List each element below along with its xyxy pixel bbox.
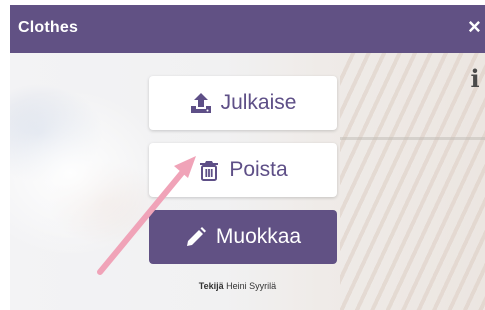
author-prefix: Tekijä (198, 281, 224, 291)
title-bar: Clothes × (10, 5, 485, 53)
edit-label: Muokkaa (215, 225, 302, 248)
dialog-title: Clothes (18, 19, 79, 36)
upload-icon (190, 92, 212, 114)
clothes-rail (340, 137, 485, 140)
delete-button[interactable]: Poista (149, 143, 337, 197)
trash-icon (198, 159, 220, 181)
info-icon[interactable]: i (468, 66, 482, 92)
publish-button[interactable]: Julkaise (149, 76, 337, 130)
close-icon[interactable]: × (468, 15, 485, 39)
author-credit: Tekijä Heini Syyrilä (0, 281, 475, 291)
delete-label: Poista (229, 158, 288, 181)
edit-button[interactable]: Muokkaa (149, 210, 337, 264)
pencil-icon (185, 226, 207, 248)
author-name: Heini Syyrilä (226, 281, 277, 291)
publish-label: Julkaise (220, 91, 297, 114)
clothes-rack-stripes (340, 53, 485, 310)
